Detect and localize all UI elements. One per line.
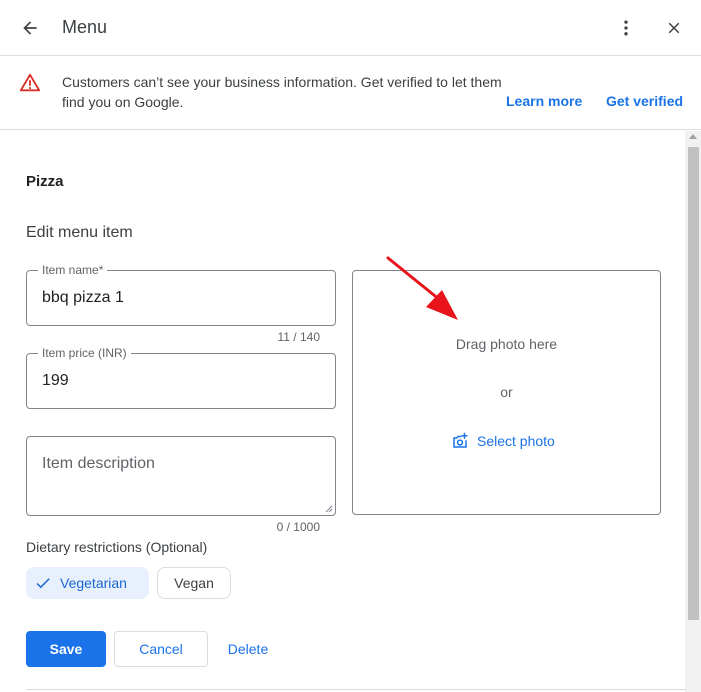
item-name-label: Item name* <box>38 263 108 277</box>
section-title: Pizza <box>26 173 64 190</box>
learn-more-link[interactable]: Learn more <box>506 93 582 109</box>
item-price-value[interactable]: 199 <box>42 372 69 390</box>
item-description-placeholder[interactable]: Item description <box>42 455 155 473</box>
add-photo-icon <box>453 432 468 448</box>
banner-message: Customers can’t see your business inform… <box>62 74 502 110</box>
item-price-label: Item price (INR) <box>38 346 131 360</box>
item-name-counter: 11 / 140 <box>277 330 320 344</box>
chip-vegan-label: Vegan <box>174 575 214 591</box>
or-text: or <box>500 384 513 400</box>
close-icon <box>668 22 680 34</box>
divider <box>26 689 686 690</box>
annotation-arrow-icon <box>386 256 458 320</box>
select-photo-button[interactable]: Select photo <box>451 431 555 451</box>
back-button[interactable] <box>16 14 44 42</box>
delete-button[interactable]: Delete <box>218 631 278 667</box>
item-name-value[interactable]: bbq pizza 1 <box>42 289 124 307</box>
item-description-counter: 0 / 1000 <box>276 520 320 534</box>
chip-vegetarian-label: Vegetarian <box>60 575 127 591</box>
close-button[interactable] <box>660 14 688 42</box>
drag-photo-text: Drag photo here <box>455 336 558 352</box>
resize-handle-icon[interactable] <box>325 505 333 513</box>
arrow-back-icon <box>23 21 37 35</box>
chip-vegan[interactable]: Vegan <box>157 567 231 599</box>
item-description-field[interactable]: Item description <box>26 436 336 516</box>
more-vert-icon <box>624 20 628 36</box>
item-price-field[interactable]: Item price (INR) 199 <box>26 346 336 409</box>
dietary-restrictions-label: Dietary restrictions (Optional) <box>26 539 208 555</box>
warning-icon <box>19 73 41 92</box>
page-title: Menu <box>62 17 108 37</box>
scroll-up-arrow[interactable] <box>689 134 697 139</box>
get-verified-link[interactable]: Get verified <box>606 93 683 109</box>
item-name-field[interactable]: Item name* bbq pizza 1 <box>26 263 336 326</box>
scrollbar-thumb[interactable] <box>688 147 699 620</box>
check-icon <box>36 578 50 589</box>
more-options-button[interactable] <box>612 14 640 42</box>
save-button[interactable]: Save <box>26 631 106 667</box>
select-photo-label: Select photo <box>477 433 555 449</box>
form-subtitle: Edit menu item <box>26 224 133 241</box>
chip-vegetarian[interactable]: Vegetarian <box>26 567 149 599</box>
cancel-button[interactable]: Cancel <box>114 631 208 667</box>
